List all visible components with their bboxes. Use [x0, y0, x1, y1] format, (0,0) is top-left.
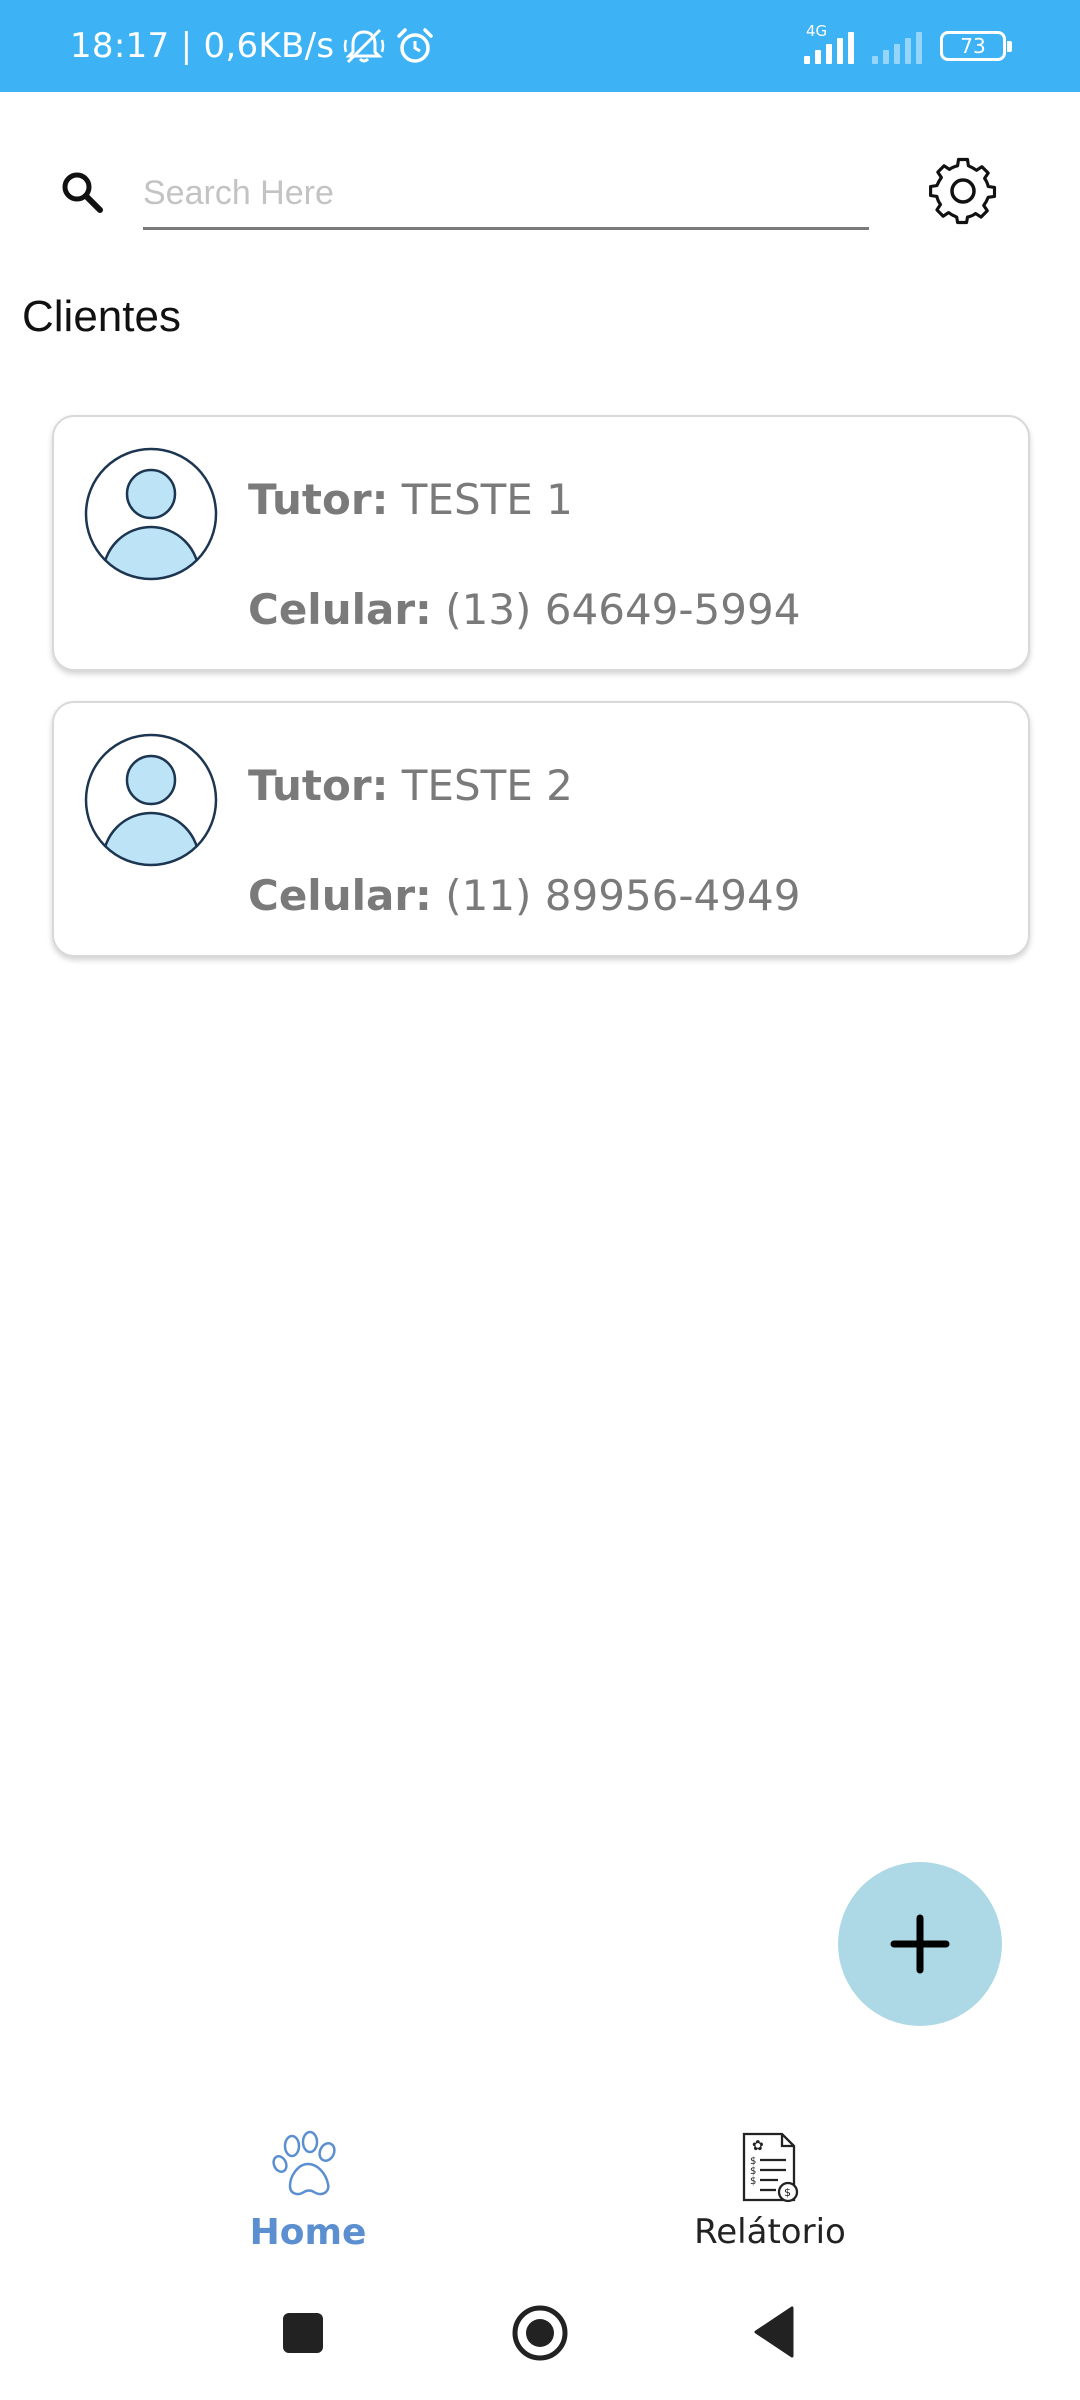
- battery-level: 73: [960, 34, 986, 58]
- tutor-label: Tutor:: [248, 761, 389, 810]
- tutor-label: Tutor:: [248, 475, 389, 524]
- svg-text:$: $: [784, 2186, 791, 2199]
- battery-icon: 73: [940, 31, 1012, 61]
- status-time-speed: 18:17 | 0,6KB/s: [70, 26, 335, 66]
- svg-text:$: $: [750, 2176, 756, 2187]
- client-card[interactable]: Tutor: TESTE 2 Celular: (11) 89956-4949: [52, 701, 1030, 957]
- plus-icon: [890, 1914, 950, 1974]
- section-title: Clientes: [22, 292, 181, 341]
- paw-icon: [272, 2130, 336, 2196]
- client-list: Tutor: TESTE 1 Celular: (13) 64649-5994 …: [52, 415, 1030, 987]
- nav-report-label: Relátorio: [694, 2212, 846, 2252]
- tutor-name: TESTE 2: [401, 761, 573, 810]
- tutor-line: Tutor: TESTE 1: [248, 475, 573, 524]
- app-screen: 18:17 | 0,6KB/s 4G 73 Search Here Client…: [0, 0, 1080, 2400]
- phone-label: Celular:: [248, 585, 432, 634]
- status-bar: 18:17 | 0,6KB/s 4G 73: [0, 0, 1080, 92]
- phone-number: (13) 64649-5994: [445, 585, 801, 634]
- report-document-icon: ✿ $ $ $ $: [742, 2132, 799, 2203]
- network-type: 4G: [806, 22, 828, 40]
- add-client-button[interactable]: [838, 1862, 1002, 2026]
- system-nav-bar: [0, 2270, 1080, 2400]
- tutor-line: Tutor: TESTE 2: [248, 761, 573, 810]
- recent-apps-icon[interactable]: [283, 2313, 323, 2353]
- search-input[interactable]: [143, 160, 869, 230]
- phone-label: Celular:: [248, 871, 432, 920]
- tutor-name: TESTE 1: [401, 475, 573, 524]
- status-left: 18:17 | 0,6KB/s: [70, 0, 436, 92]
- gear-icon[interactable]: [926, 154, 1000, 228]
- phone-line: Celular: (13) 64649-5994: [248, 585, 800, 634]
- alarm-icon: [394, 26, 436, 66]
- client-card[interactable]: Tutor: TESTE 1 Celular: (13) 64649-5994: [52, 415, 1030, 671]
- bottom-nav: Home ✿ $ $ $ $ Relátorio: [0, 2110, 1080, 2260]
- search-icon[interactable]: [58, 168, 106, 216]
- signal-weak-icon: [872, 28, 922, 64]
- svg-text:✿: ✿: [752, 2138, 764, 2154]
- status-right: 4G 73: [804, 0, 1012, 92]
- nav-home-label: Home: [249, 2212, 367, 2253]
- home-circle-icon[interactable]: [510, 2303, 570, 2363]
- avatar-icon: [84, 447, 218, 581]
- mute-icon: [342, 26, 386, 66]
- phone-line: Celular: (11) 89956-4949: [248, 871, 800, 920]
- nav-report[interactable]: ✿ $ $ $ $ Relátorio: [640, 2110, 900, 2260]
- phone-number: (11) 89956-4949: [445, 871, 801, 920]
- back-triangle-icon[interactable]: [752, 2304, 796, 2360]
- signal-icon: 4G: [804, 22, 854, 64]
- nav-home[interactable]: Home: [178, 2110, 438, 2260]
- avatar-icon: [84, 733, 218, 867]
